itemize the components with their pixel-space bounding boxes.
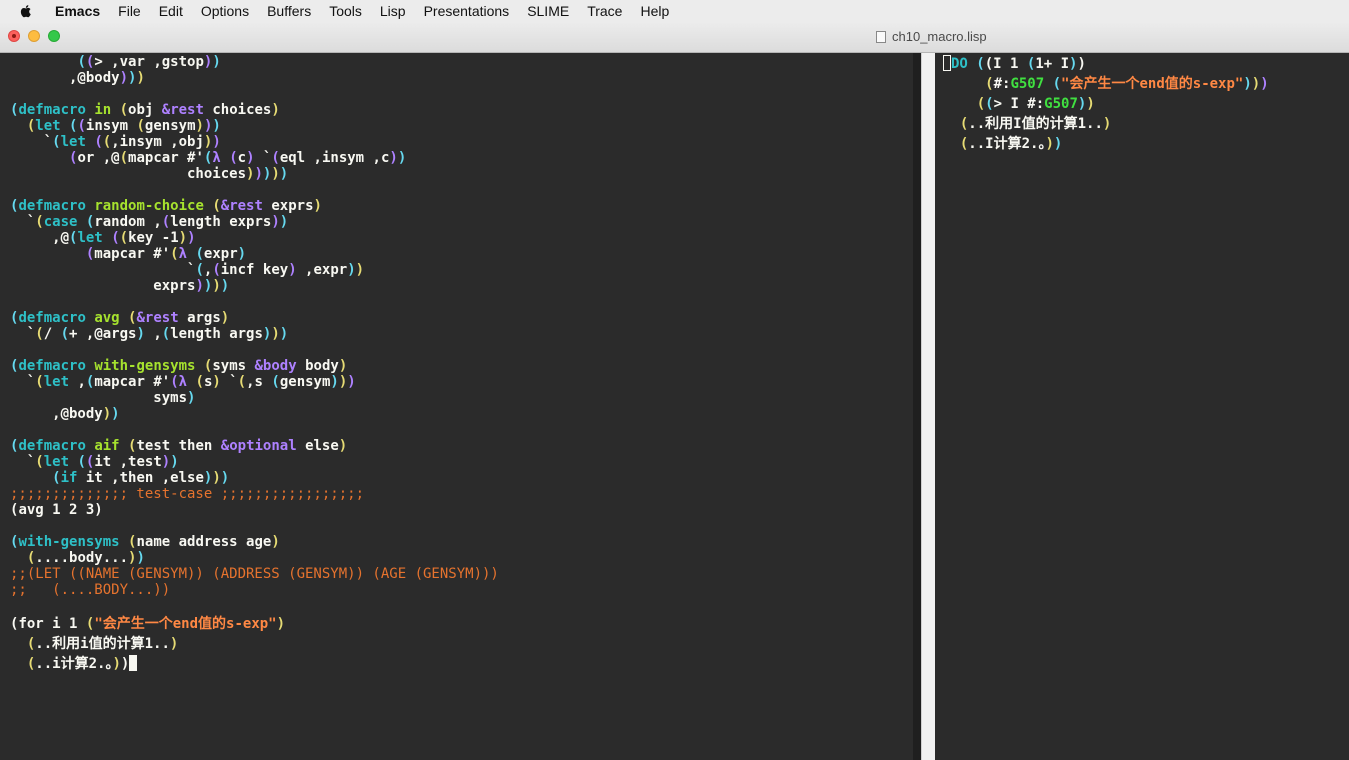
menu-trace[interactable]: Trace [578,0,631,22]
document-icon [876,31,886,43]
vertical-scrollbar[interactable] [921,53,935,760]
menu-file[interactable]: File [109,0,150,22]
code-line: (..I计算2.。)) [959,136,1063,152]
menu-slime[interactable]: SLIME [518,0,578,22]
code-line: ,@(let ((key -1)) [10,230,196,246]
code-line: (defmacro in (obj &rest choices) [10,102,280,118]
code-line: (..利用i值的计算1..) [26,636,179,652]
code-line: (defmacro with-gensyms (syms &body body) [10,358,348,374]
code-line: (#:G507 ("会产生一个end值的s-exp"))) [985,76,1269,92]
menu-options[interactable]: Options [192,0,258,22]
menu-lisp[interactable]: Lisp [371,0,415,22]
menu-edit[interactable]: Edit [150,0,192,22]
apple-icon[interactable] [18,3,34,19]
minimize-window-button[interactable] [28,30,40,42]
zoom-window-button[interactable] [48,30,60,42]
code-line: (with-gensyms (name address age) [10,534,280,550]
right-code-area[interactable]: DO ((I 1 (1+ I)) (#:G507 ("会产生一个end值的s-e… [943,54,1269,154]
code-line: choices))))) [10,166,289,182]
right-expansion-pane[interactable]: DO ((I 1 (1+ I)) (#:G507 ("会产生一个end值的s-e… [935,53,1349,760]
close-window-button[interactable] [8,30,20,42]
code-line: ;;(LET ((NAME (GENSYM)) (ADDRESS (GENSYM… [10,566,499,582]
code-line: ,@body)) [10,406,120,422]
code-line: (....body...)) [26,550,145,566]
menu-buffers[interactable]: Buffers [258,0,320,22]
code-line: `(,(incf key) ,expr)) [10,262,365,278]
menu-help[interactable]: Help [631,0,678,22]
code-line: DO ((I 1 (1+ I)) [943,54,1269,74]
code-line: `(let ((,insym ,obj)) [10,134,221,150]
code-line: (defmacro avg (&rest args) [10,310,230,326]
menu-app-name[interactable]: Emacs [46,0,109,22]
code-line: (avg 1 2 3) [10,502,103,518]
code-line: ;; (....BODY...)) [10,582,171,598]
code-line: (for i 1 ("会产生一个end值的s-exp") [10,616,286,632]
text-cursor [129,655,138,671]
code-line: exprs)))) [10,278,230,294]
code-line: (or ,@(mapcar #'(λ (c) `(eql ,insym ,c)) [69,150,407,166]
menu-presentations[interactable]: Presentations [415,0,519,22]
code-line: ;;;;;;;;;;;;;; test-case ;;;;;;;;;;;;;;;… [10,486,365,502]
menu-bar: Emacs File Edit Options Buffers Tools Li… [0,0,1349,23]
code-line: (..利用I值的计算1..) [959,116,1112,132]
code-line: `(let ((it ,test)) [10,454,179,470]
code-line: ,@body))) [10,70,145,86]
code-line: (mapcar #'(λ (expr) [85,246,247,262]
window-title: ch10_macro.lisp [876,29,987,44]
left-editor-pane[interactable]: ((> ,var ,gstop)) ,@body))) (defmacro in… [0,53,913,760]
inactive-cursor [943,55,951,71]
code-line: `(case (random ,(length exprs)) [10,214,289,230]
code-line: (..i计算2.。)) [10,654,499,674]
code-line: (if it ,then ,else))) [52,470,230,486]
code-line: ((> I #:G507)) [976,96,1095,112]
window-title-bar: ch10_macro.lisp [0,22,1349,53]
code-line: `(let ,(mapcar #'(λ (s) `(,s (gensym))) [10,374,356,390]
code-line: `(/ (+ ,@args) ,(length args))) [10,326,289,342]
code-line: ((> ,var ,gstop)) [77,54,221,70]
code-line: syms) [10,390,196,406]
left-code-area[interactable]: ((> ,var ,gstop)) ,@body))) (defmacro in… [10,54,499,674]
window-divider[interactable] [913,53,921,760]
code-line: (defmacro random-choice (&rest exprs) [10,198,322,214]
menu-tools[interactable]: Tools [320,0,371,22]
window-title-text: ch10_macro.lisp [892,29,987,44]
code-line: (defmacro aif (test then &optional else) [10,438,348,454]
code-line: (let ((insym (gensym))) [26,118,221,134]
